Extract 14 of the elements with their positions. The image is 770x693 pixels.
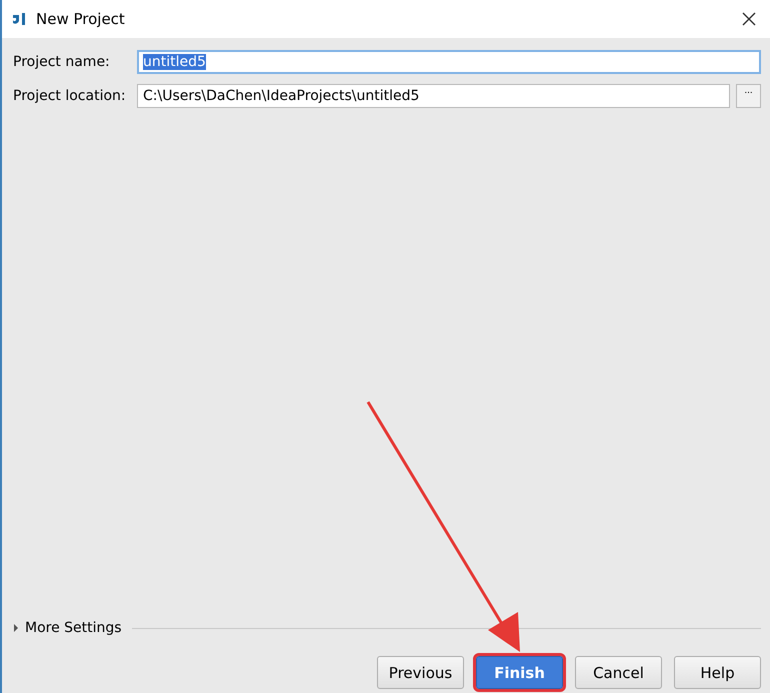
text-field[interactable]: C:\Users\DaChen\IdeaProjects\untitled5 <box>137 84 730 108</box>
expand-arrow-icon[interactable] <box>13 624 19 632</box>
field-label: Project location: <box>13 88 127 104</box>
text-field[interactable]: untitled5 <box>137 50 761 74</box>
dialog-button[interactable]: Cancel <box>575 656 662 689</box>
app-logo-icon <box>12 11 28 27</box>
close-icon[interactable] <box>742 12 756 26</box>
dialog-button[interactable]: Finish <box>476 656 563 689</box>
dialog-button[interactable]: Help <box>674 656 761 689</box>
field-label: Project name: <box>13 54 111 70</box>
window-title: New Project <box>36 10 126 28</box>
more-settings-toggle[interactable]: More Settings <box>25 620 122 636</box>
dialog-button[interactable]: Previous <box>377 656 464 689</box>
browse-button[interactable]: ... <box>736 84 761 108</box>
